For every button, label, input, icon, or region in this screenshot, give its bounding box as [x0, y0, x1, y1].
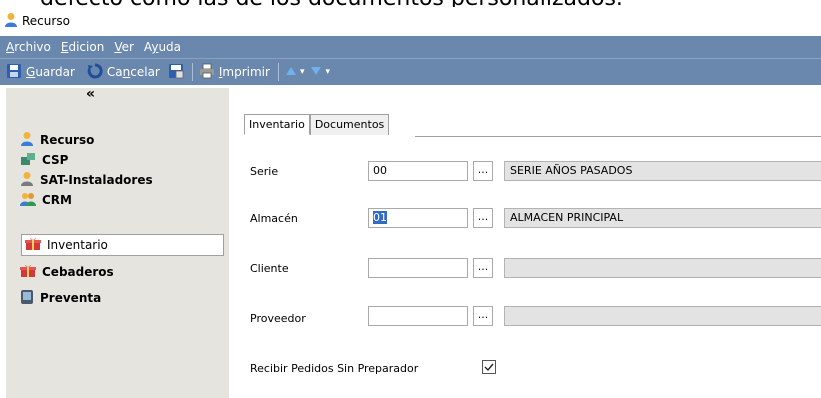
almacen-description-field: ALMACEN PRINCIPAL [504, 208, 821, 228]
menu-ayuda[interactable]: Ayuda [144, 40, 181, 54]
cliente-lookup-button[interactable]: ... [473, 258, 493, 278]
serie-code-field[interactable]: 00 [368, 161, 468, 181]
proveedor-label: Proveedor [250, 312, 306, 325]
sidebar-item-cebaderos[interactable]: Cebaderos [20, 262, 114, 282]
collapse-sidebar-button[interactable]: « [86, 86, 95, 102]
cancel-button[interactable]: Cancelar [87, 62, 160, 82]
serie-label: Serie [250, 165, 279, 178]
down-arrow-icon [310, 66, 322, 79]
up-arrow-icon [285, 66, 297, 79]
menu-archivo[interactable]: Archivo [6, 40, 51, 54]
almacen-code-field[interactable]: 01 [368, 208, 468, 228]
save-button[interactable]: Guardar [6, 63, 75, 82]
almacen-lookup-button[interactable]: ... [473, 208, 493, 228]
tab-inventario[interactable]: Inventario [244, 114, 310, 135]
tab-bar: Inventario Documentos [244, 114, 390, 135]
menu-bar: Archivo Edicion Ver Ayuda [0, 36, 821, 58]
sidebar: « Recurso CSP SAT-Instaladores CRM Inven… [6, 86, 229, 398]
save-close-button[interactable] [168, 63, 184, 82]
checkmark-icon [484, 363, 494, 372]
gift-box-icon [20, 264, 36, 281]
menu-edicion[interactable]: Edicion [61, 40, 104, 54]
sidebar-item-sat-instaladores[interactable]: SAT-Instaladores [20, 170, 153, 190]
sidebar-item-inventario[interactable]: Inventario [21, 234, 224, 256]
person-icon [20, 171, 34, 190]
chevron-down-icon: ▾ [299, 67, 305, 77]
group-icon [20, 191, 36, 210]
person-icon [4, 12, 18, 31]
toolbar-separator [191, 63, 193, 81]
print-button[interactable]: Imprimir [199, 63, 270, 82]
almacen-label: Almacén [250, 212, 298, 225]
printer-icon [199, 63, 215, 82]
floppy-disk-icon [6, 63, 22, 82]
serie-lookup-button[interactable]: ... [473, 161, 493, 181]
cube-icon [20, 152, 36, 169]
tab-documentos[interactable]: Documentos [309, 114, 390, 135]
chevron-down-icon: ▾ [325, 67, 330, 77]
recibir-pedidos-checkbox[interactable] [482, 360, 496, 374]
toolbar-separator [277, 63, 279, 81]
next-dropdown-button[interactable]: ▾ [310, 66, 330, 79]
recibir-pedidos-label: Recibir Pedidos Sin Preparador [250, 362, 419, 375]
sidebar-item-recurso[interactable]: Recurso [20, 130, 94, 150]
main-panel: Inventario Documentos Serie 00 ... SERIE… [230, 88, 821, 398]
menu-ver[interactable]: Ver [114, 40, 134, 54]
cliente-label: Cliente [250, 262, 289, 275]
window-title: Recurso [22, 14, 70, 28]
proveedor-description-field [504, 306, 821, 326]
cliente-description-field [504, 258, 821, 278]
proveedor-code-field[interactable] [368, 306, 468, 326]
window-titlebar: Recurso [0, 7, 821, 35]
save-close-icon [168, 63, 184, 82]
sidebar-item-crm[interactable]: CRM [20, 190, 72, 210]
tab-divider [415, 136, 821, 137]
undo-icon [87, 62, 103, 82]
sidebar-item-preventa[interactable]: Preventa [20, 288, 101, 308]
sidebar-item-csp[interactable]: CSP [20, 150, 68, 170]
toolbar: Guardar Cancelar Imprimir ▾ ▾ [0, 58, 821, 85]
device-icon [20, 289, 34, 308]
cliente-code-field[interactable] [368, 258, 468, 278]
previous-dropdown-button[interactable]: ▾ [285, 66, 305, 79]
person-icon [20, 131, 34, 150]
proveedor-lookup-button[interactable]: ... [473, 306, 493, 326]
serie-description-field: SERIE AÑOS PASADOS [504, 161, 821, 181]
gift-box-icon [25, 237, 41, 254]
